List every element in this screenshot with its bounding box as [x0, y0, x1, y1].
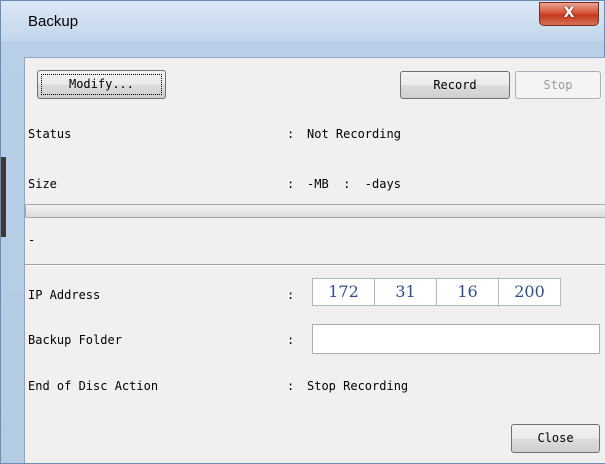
size-label: Size — [28, 177, 57, 191]
backup-progress-bar — [25, 204, 605, 218]
backup-folder-field[interactable] — [312, 324, 600, 354]
close-button[interactable]: Close — [511, 424, 600, 453]
end-of-disc-action-label: End of Disc Action — [28, 379, 159, 393]
ip-octet-3[interactable]: 16 — [436, 278, 499, 306]
dialog-body: Modify... Record Stop Status : Not Recor… — [24, 57, 605, 463]
ip-octet-1[interactable]: 172 — [312, 278, 375, 306]
close-button-label: Close — [537, 431, 574, 445]
status-label: Status — [28, 127, 72, 141]
stop-button[interactable]: Stop — [515, 71, 601, 99]
title-bar[interactable]: Backup X — [1, 1, 604, 41]
ip-address-colon: : — [287, 288, 295, 302]
status-colon: : — [287, 127, 295, 141]
ip-octet-4[interactable]: 200 — [498, 278, 561, 306]
ip-address-label: IP Address — [28, 288, 101, 302]
backup-folder-colon: : — [287, 333, 295, 347]
close-icon: X — [563, 5, 575, 21]
record-button-label: Record — [433, 78, 477, 92]
stop-button-label: Stop — [543, 78, 573, 92]
section-divider — [25, 264, 605, 266]
backup-folder-label: Backup Folder — [28, 333, 122, 347]
status-value: Not Recording — [307, 127, 401, 141]
focus-rectangle — [41, 74, 162, 95]
record-button[interactable]: Record — [400, 71, 510, 99]
status-message: - — [28, 233, 36, 247]
end-of-disc-action-value: Stop Recording — [307, 379, 409, 393]
end-of-disc-action-colon: : — [287, 379, 295, 393]
backup-dialog: Backup X Modify... Record Stop Status : … — [0, 0, 605, 464]
window-edge-shadow — [1, 157, 6, 237]
ip-octet-2[interactable]: 31 — [374, 278, 437, 306]
size-value: -MB : -days — [307, 177, 401, 191]
size-colon: : — [287, 177, 295, 191]
window-title: Backup — [28, 13, 79, 30]
window-close-button[interactable]: X — [539, 2, 599, 26]
modify-button[interactable]: Modify... — [37, 70, 166, 99]
